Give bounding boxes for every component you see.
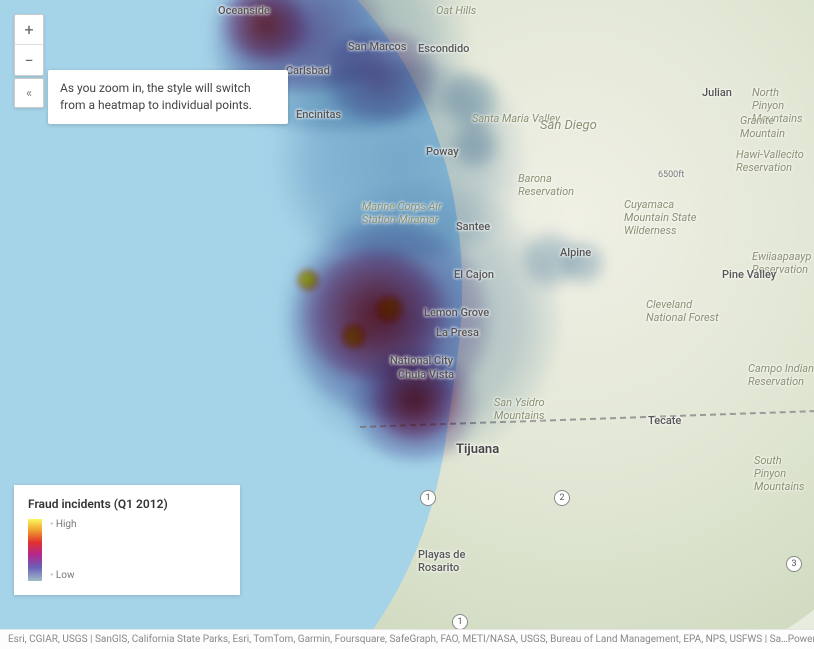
map-label: Julian xyxy=(702,86,732,99)
map-label: Santee xyxy=(456,220,490,233)
legend-panel: Fraud incidents (Q1 2012) High Low xyxy=(14,485,240,595)
map-label: San Marcos xyxy=(348,40,406,53)
map-label: Cuyamaca Mountain State Wilderness xyxy=(624,198,710,237)
info-tooltip: As you zoom in, the style will switch fr… xyxy=(48,70,288,124)
heat-hotspot xyxy=(296,268,320,292)
map-label: Hawi-Vallecito Reservation xyxy=(736,148,806,174)
collapse-panel-button[interactable]: « xyxy=(14,78,44,108)
attribution-provider[interactable]: Powered by Esri xyxy=(788,634,814,645)
map-label: Pine Valley xyxy=(722,268,776,281)
map-label: Alpine xyxy=(560,246,591,259)
route-sign: 1 xyxy=(420,490,436,506)
map-label: Barona Reservation xyxy=(518,172,588,198)
map-label: Playas de Rosarito xyxy=(418,548,488,574)
map-label: Encinitas xyxy=(296,108,341,121)
route-sign: 1 xyxy=(452,614,468,629)
map-label: Carlsbad xyxy=(286,64,330,77)
map-label: Tijuana xyxy=(456,442,499,457)
map-viewport[interactable]: Oceanside Oat Hills San Marcos Escondido… xyxy=(0,0,814,629)
map-label: Poway xyxy=(426,145,459,158)
zoom-controls: + − xyxy=(14,14,44,76)
chevron-left-double-icon: « xyxy=(26,86,32,101)
map-label: Oceanside xyxy=(218,4,270,17)
route-sign: 3 xyxy=(786,556,802,572)
map-label: Chula Vista xyxy=(398,368,454,381)
zoom-in-button[interactable]: + xyxy=(15,15,43,45)
map-label: Lemon Grove xyxy=(424,306,489,319)
zoom-out-button[interactable]: − xyxy=(15,45,43,75)
map-label: Escondido xyxy=(418,42,469,55)
map-label: La Presa xyxy=(436,326,479,339)
legend-labels: High Low xyxy=(50,519,77,581)
map-label: National City xyxy=(390,354,453,367)
heat-hotspot xyxy=(374,294,404,324)
map-label: Marine Corps Air Station Miramar xyxy=(362,200,448,226)
map-label: Granite Mountain xyxy=(740,114,800,140)
attribution-bar: Esri, CGIAR, USGS | SanGIS, California S… xyxy=(0,629,814,649)
map-label: San Diego xyxy=(540,118,597,133)
heat-hotspot xyxy=(340,322,368,350)
tooltip-text: As you zoom in, the style will switch fr… xyxy=(60,81,252,112)
route-sign: 2 xyxy=(554,490,570,506)
legend-color-ramp xyxy=(28,519,42,581)
legend-low-label: Low xyxy=(50,570,77,581)
map-label: San Ysidro Mountains xyxy=(494,396,564,422)
attribution-sources: Esri, CGIAR, USGS | SanGIS, California S… xyxy=(8,634,788,645)
map-label: 6500ft xyxy=(658,170,684,180)
map-label: Cleveland National Forest xyxy=(646,298,726,324)
legend-high-label: High xyxy=(50,519,77,530)
map-label: Campo Indian Reservation xyxy=(748,362,814,388)
map-label: South Pinyon Mountains xyxy=(754,454,814,493)
legend-title: Fraud incidents (Q1 2012) xyxy=(28,497,226,511)
map-label: Tecate xyxy=(648,414,681,427)
map-label: El Cajon xyxy=(454,268,494,281)
map-label: Oat Hills xyxy=(436,4,476,17)
